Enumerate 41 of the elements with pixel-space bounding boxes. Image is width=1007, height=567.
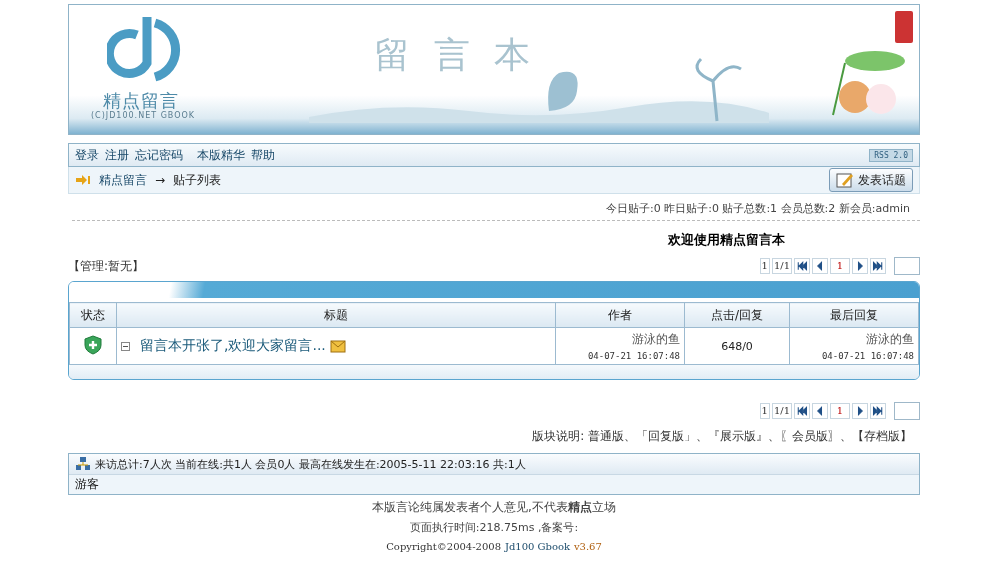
- breadcrumb-separator: →: [155, 173, 166, 187]
- execution-time: 页面执行时间:218.75ms ,备案号:: [409, 521, 579, 534]
- column-header: 标题: [116, 302, 556, 328]
- last-reply-time: 04-07-21 16:07:48: [820, 351, 914, 361]
- column-header: 作者: [555, 302, 685, 328]
- page-count: 1: [759, 403, 770, 419]
- welcome-heading: 欢迎使用精点留言本: [668, 231, 786, 249]
- online-summary: 来访总计:7人次 当前在线:共1人 会员0人 最高在线发生在:2005-5-11 22:03:16 共:1人: [95, 456, 526, 472]
- breadcrumb-link[interactable]: 精点留言: [99, 171, 147, 189]
- nav-link[interactable]: 忘记密码: [135, 146, 183, 164]
- hits-replies: 648/0: [721, 340, 753, 353]
- new-topic-button[interactable]: 发表话题: [829, 168, 913, 192]
- post-time: 04-07-21 16:07:48: [586, 351, 680, 361]
- product-link[interactable]: Jd100 Gbook: [504, 541, 571, 552]
- column-header: 最后回复: [789, 302, 919, 328]
- author-name: 游泳的鱼: [631, 331, 680, 348]
- page-indicator: 1/1: [771, 258, 792, 274]
- rss-badge[interactable]: RSS 2.0: [869, 148, 913, 162]
- disclaimer-text: 本版言论纯属发表者个人意见,不代表精点立场: [372, 500, 616, 514]
- page-number[interactable]: 1: [830, 403, 850, 419]
- page-indicator: 1/1: [771, 403, 792, 419]
- page-count: 1: [759, 258, 770, 274]
- version-text: v3.67: [573, 541, 602, 552]
- column-header: 状态: [69, 302, 117, 328]
- last-reply-author: 游泳的鱼: [865, 331, 914, 348]
- banner-title: 留言本: [374, 33, 554, 77]
- nav-link[interactable]: 帮助: [251, 146, 275, 164]
- topic-link[interactable]: 留言本开张了,欢迎大家留言...: [140, 337, 326, 353]
- copyright-text: Copyright©2004-2008: [386, 541, 502, 552]
- breadcrumb-current: 贴子列表: [173, 171, 222, 189]
- logo-subtitle: (C)JD100.NET GBOOK: [91, 111, 195, 120]
- guest-list: 游客: [69, 475, 919, 494]
- column-header: 点击/回复: [684, 302, 790, 328]
- logo-text: 精点留言: [103, 89, 179, 112]
- nav-link[interactable]: 登录: [75, 146, 99, 164]
- moderators-text: 【管理:暂无】: [68, 257, 145, 275]
- board-legend: 版块说明: 普通版、「回复版」、『展示版』、〖会员版〗、【存档版】: [68, 428, 920, 445]
- page-number[interactable]: 1: [830, 258, 850, 274]
- forum-stats: 今日贴子:0 昨日贴子:0 贴子总数:1 会员总数:2 新会员:admin: [72, 201, 920, 221]
- nav-link[interactable]: 本版精华: [197, 146, 245, 164]
- nav-link[interactable]: 注册: [105, 146, 129, 164]
